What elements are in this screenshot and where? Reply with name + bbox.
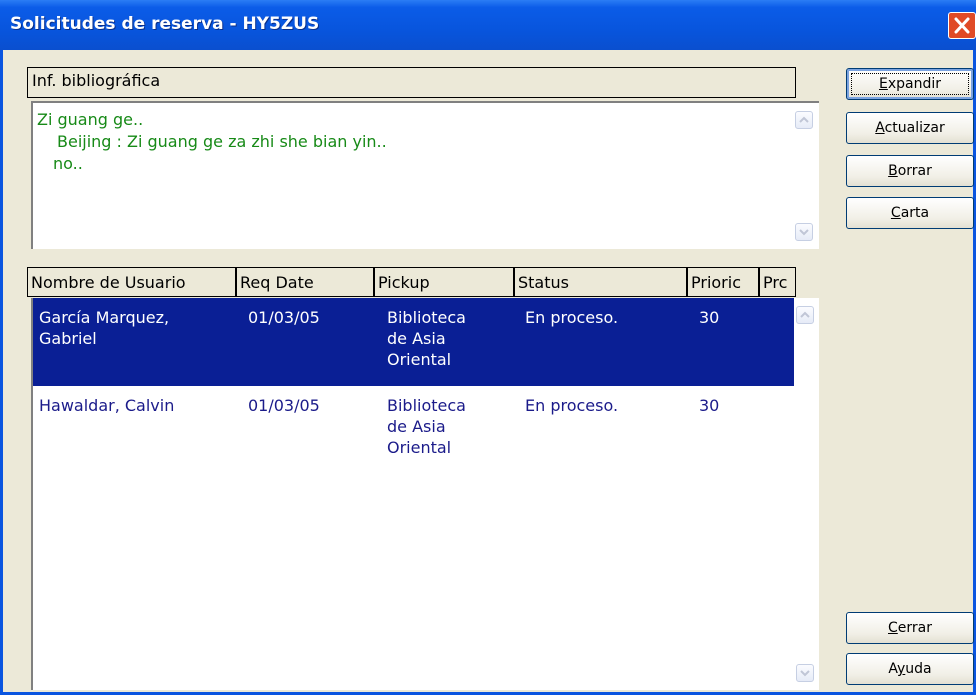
pickup-cell: Biblioteca de Asia Oriental — [387, 308, 466, 369]
column-header-pickup[interactable]: Pickup — [374, 267, 514, 297]
window-title: Solicitudes de reserva - HY5ZUS — [10, 14, 320, 34]
biblio-text-area[interactable]: Zi guang ge.. Beijing : Zi guang ge za z… — [31, 101, 819, 249]
pickup-cell: Biblioteca de Asia Oriental — [387, 396, 466, 457]
letter-button[interactable]: Carta — [846, 197, 974, 229]
scroll-up-button[interactable] — [796, 306, 814, 324]
list-scrollbar[interactable] — [794, 298, 816, 690]
column-header-req-date[interactable]: Req Date — [236, 267, 374, 297]
chevron-down-icon — [799, 229, 809, 236]
biblio-header: Inf. bibliográfica — [27, 67, 796, 98]
scroll-up-button[interactable] — [795, 111, 813, 129]
column-header-user-name[interactable]: Nombre de Usuario — [27, 267, 236, 297]
requests-list[interactable]: García Marquez, Gabriel 01/03/05 Bibliote… — [31, 298, 819, 690]
priority-cell: 30 — [699, 396, 720, 415]
status-cell: En proceso. — [525, 396, 619, 415]
req-date-cell: 01/03/05 — [248, 308, 320, 327]
biblio-number-line: no.. — [53, 154, 83, 173]
chevron-up-icon — [799, 116, 809, 123]
chevron-up-icon — [800, 311, 810, 318]
dialog-window: Solicitudes de reserva - HY5ZUS Inf. bib… — [0, 0, 976, 695]
biblio-title-line: Zi guang ge.. — [37, 110, 144, 129]
chevron-down-icon — [800, 670, 810, 677]
expand-button[interactable]: Expandir — [846, 68, 974, 100]
priority-cell: 30 — [699, 308, 720, 327]
refresh-button[interactable]: Actualizar — [846, 112, 974, 144]
close-icon — [954, 17, 970, 34]
column-header-status[interactable]: Status — [514, 267, 687, 297]
user-name-cell: García Marquez, Gabriel — [39, 308, 170, 348]
scroll-down-button[interactable] — [795, 223, 813, 241]
title-bar[interactable]: Solicitudes de reserva - HY5ZUS — [0, 0, 976, 50]
close-button[interactable]: Cerrar — [846, 612, 974, 644]
column-header-extra[interactable]: Prc — [759, 267, 796, 297]
scroll-down-button[interactable] — [796, 664, 814, 682]
focus-ring — [851, 73, 969, 95]
table-row[interactable]: García Marquez, Gabriel 01/03/05 Bibliote… — [33, 298, 794, 386]
biblio-publisher-line: Beijing : Zi guang ge za zhi she bian yi… — [57, 132, 387, 151]
help-button[interactable]: Ayuda — [846, 653, 974, 685]
column-header-priority[interactable]: Prioric — [687, 267, 759, 297]
user-name-cell: Hawaldar, Calvin — [39, 396, 175, 415]
status-cell: En proceso. — [525, 308, 619, 327]
table-row[interactable]: Hawaldar, Calvin 01/03/05 Biblioteca de A… — [33, 386, 794, 474]
close-window-button[interactable] — [948, 12, 976, 39]
delete-button[interactable]: Borrar — [846, 155, 974, 187]
req-date-cell: 01/03/05 — [248, 396, 320, 415]
biblio-scrollbar[interactable] — [793, 103, 815, 249]
